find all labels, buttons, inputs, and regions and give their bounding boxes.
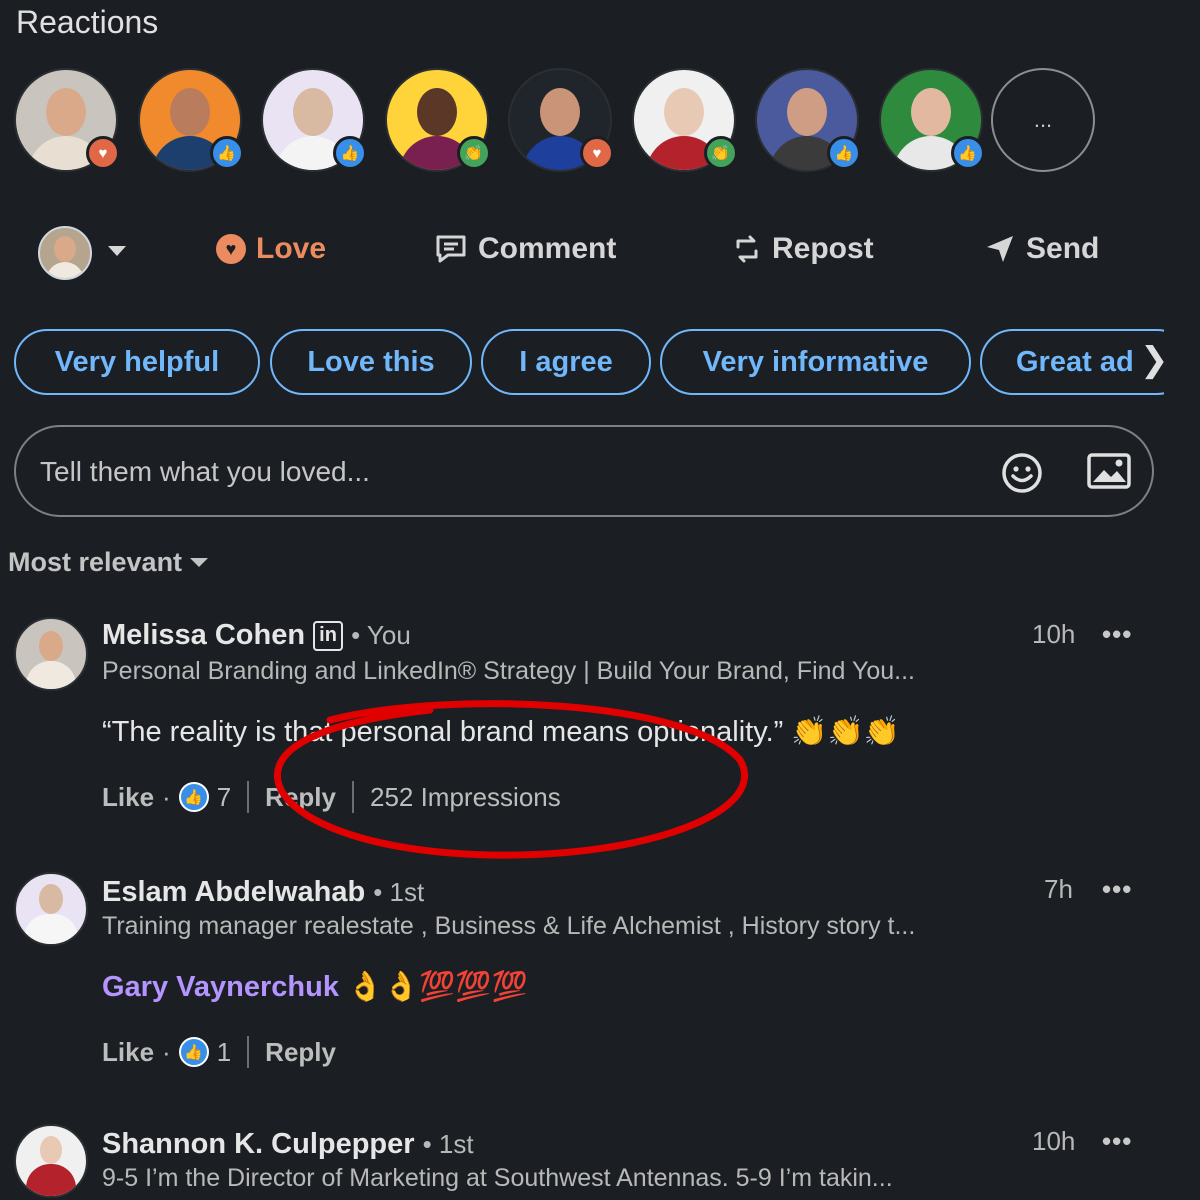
divider [247, 781, 250, 813]
connection-degree: • 1st [373, 877, 425, 907]
like-icon: 👍 [178, 782, 209, 812]
commenter-name-text: Shannon K. Culpepper [102, 1128, 415, 1160]
comment-input[interactable] [38, 447, 942, 497]
commenter-name[interactable]: Melissa Cohen in • You [102, 619, 411, 652]
impressions-count: 252 Impressions [369, 781, 561, 812]
love-label: Love [256, 232, 327, 265]
like-count[interactable]: 7 [217, 782, 231, 813]
love-icon: ♥ [216, 234, 246, 264]
connection-degree: • You [351, 620, 411, 650]
chip-great-ad[interactable]: Great ad [980, 329, 1164, 395]
comment-icon [436, 235, 466, 263]
caret-down-icon [190, 558, 209, 567]
comment-emoji: 👌👌💯💯💯 [347, 971, 528, 1003]
avatar[interactable] [14, 1124, 88, 1198]
repost-label: Repost [772, 232, 874, 265]
like-reaction-icon: 👍 [333, 136, 367, 170]
chevron-right-icon[interactable]: ❯ [1140, 340, 1169, 380]
avatar[interactable] [14, 872, 88, 946]
chip-i-agree[interactable]: I agree [481, 329, 651, 395]
send-button[interactable]: Send [984, 232, 1099, 266]
commenter-name[interactable]: Shannon K. Culpepper • 1st [102, 1128, 474, 1161]
comment-text: Gary Vaynerchuk 👌👌💯💯💯 [102, 970, 528, 1004]
comment-label: Comment [478, 232, 617, 265]
chip-very-helpful[interactable]: Very helpful [14, 329, 260, 395]
suggestion-chips: Very helpful Love this I agree Very info… [14, 329, 1164, 399]
avatar[interactable] [14, 617, 88, 691]
send-label: Send [1026, 232, 1100, 265]
dot-separator: · [162, 781, 171, 812]
comment-footer: Like · 👍 7 Reply 252 Impressions [102, 781, 561, 813]
clap-reaction-icon: 👏 [703, 136, 738, 170]
more-options-button[interactable]: ••• [1102, 619, 1132, 650]
comment-time: 10h [1032, 1126, 1076, 1156]
reactor-avatar[interactable]: 👏 [631, 68, 738, 172]
more-options-button[interactable]: ••• [1102, 874, 1132, 905]
repost-button[interactable]: Repost [732, 232, 874, 266]
like-reaction-icon: 👍 [827, 136, 861, 170]
commenter-headline: Training manager realestate , Business &… [102, 912, 916, 940]
reactions-title: Reactions [16, 4, 159, 40]
image-icon[interactable] [1086, 451, 1132, 491]
like-reaction-icon: 👍 [209, 136, 244, 170]
comment-button[interactable]: Comment [434, 232, 616, 266]
connection-degree: • 1st [422, 1129, 474, 1159]
commenter-name-text: Melissa Cohen [102, 619, 306, 651]
more-reactors-button[interactable]: ... [991, 68, 1095, 172]
divider [247, 1036, 250, 1068]
commenter-headline: 9-5 I’m the Director of Marketing at Sou… [102, 1164, 893, 1192]
reactor-avatar[interactable]: 👍 [261, 68, 367, 172]
like-count[interactable]: 1 [217, 1037, 231, 1068]
more-reactors-label: ... [1033, 107, 1053, 132]
reply-button[interactable]: Reply [265, 782, 336, 813]
reactor-avatar[interactable]: 👍 [878, 68, 985, 172]
sort-dropdown[interactable]: Most relevant [8, 547, 209, 578]
comment-time: 7h [1044, 874, 1073, 904]
commenter-name[interactable]: Eslam Abdelwahab • 1st [102, 876, 424, 909]
reactor-avatar[interactable]: ♥ [508, 68, 614, 172]
comment-composer [14, 425, 1154, 517]
love-reaction-icon: ♥ [580, 136, 614, 170]
sort-label: Most relevant [8, 547, 183, 577]
clap-reaction-icon: 👏 [456, 136, 491, 170]
love-button[interactable]: ♥ Love [216, 232, 326, 266]
more-options-button[interactable]: ••• [1102, 1126, 1132, 1157]
chevron-down-icon[interactable] [108, 246, 126, 256]
love-reaction-icon: ♥ [86, 136, 120, 170]
comment-time: 10h [1032, 619, 1076, 649]
reactor-avatar[interactable]: 👍 [137, 68, 244, 172]
divider [351, 781, 354, 813]
like-button[interactable]: Like [102, 1037, 154, 1068]
repost-icon [736, 235, 758, 263]
chip-very-informative[interactable]: Very informative [660, 329, 971, 395]
comment-footer: Like · 👍 1 Reply [102, 1036, 336, 1068]
dot-separator: · [162, 1036, 171, 1067]
emoji-icon[interactable] [1000, 451, 1044, 495]
reactor-avatar[interactable]: 👍 [755, 68, 861, 172]
actor-avatar[interactable] [38, 226, 92, 280]
reactor-avatar[interactable]: 👏 [384, 68, 491, 172]
action-bar: ♥ Love Comment Repost Send [0, 222, 1200, 284]
like-reaction-icon: 👍 [950, 136, 985, 170]
commenter-headline: Personal Branding and LinkedIn® Strategy… [102, 657, 915, 685]
send-icon [987, 236, 1013, 262]
mention-link[interactable]: Gary Vaynerchuk [102, 971, 339, 1003]
commenter-name-text: Eslam Abdelwahab [102, 876, 366, 908]
chip-love-this[interactable]: Love this [270, 329, 472, 395]
linkedin-icon: in [313, 620, 344, 651]
reactor-avatar[interactable]: ♥ [14, 68, 120, 172]
reply-button[interactable]: Reply [265, 1037, 336, 1068]
like-icon: 👍 [178, 1037, 209, 1067]
like-button[interactable]: Like [102, 782, 154, 813]
comment-text: “The reality is that personal brand mean… [102, 716, 900, 748]
